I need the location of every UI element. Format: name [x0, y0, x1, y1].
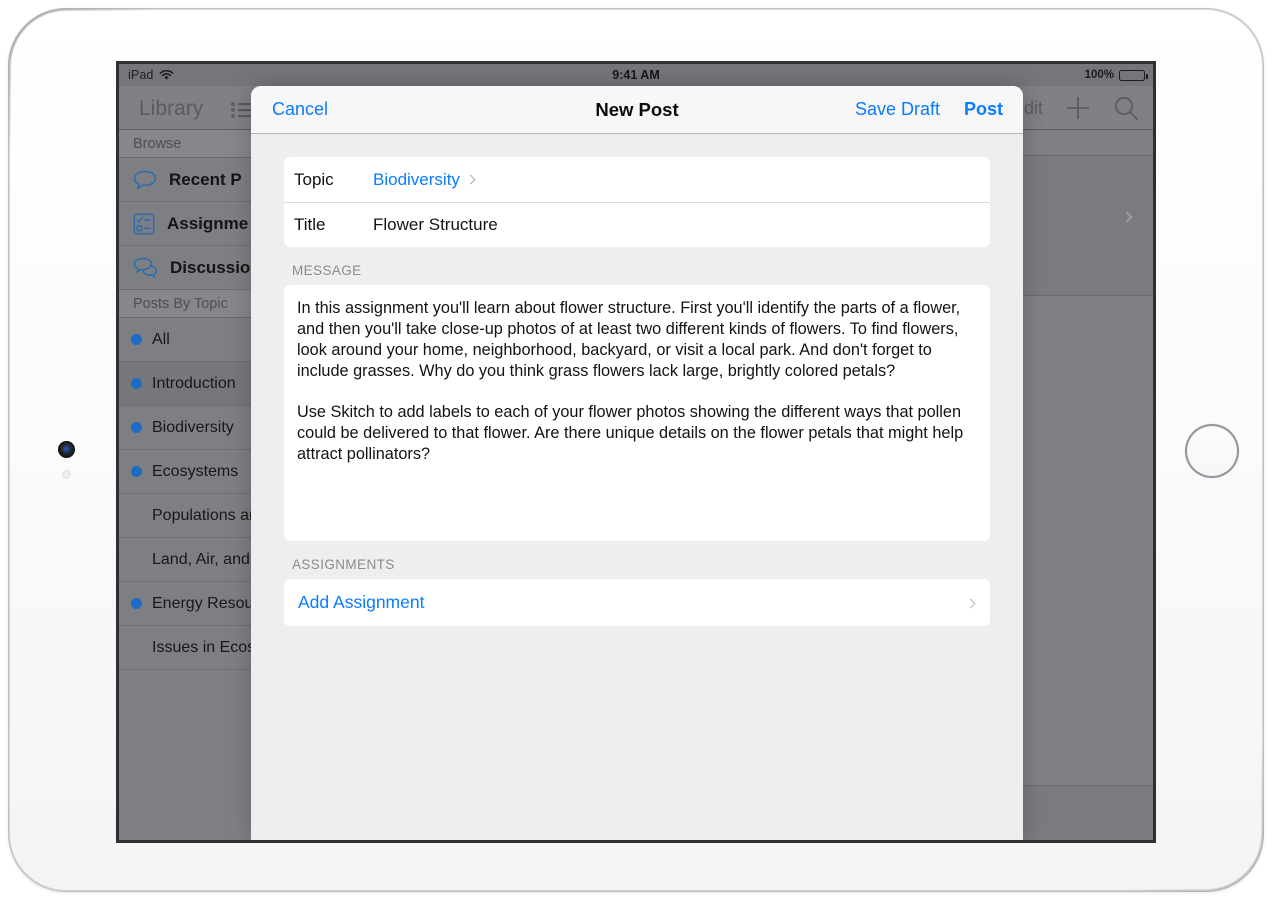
chevron-right-icon	[465, 174, 476, 185]
assignments-section-header: ASSIGNMENTS	[292, 557, 395, 572]
topic-dot	[131, 334, 142, 345]
sidebar-topic-label: Biodiversity	[152, 418, 234, 436]
sidebar-topic-label: Land, Air, and	[152, 550, 250, 568]
topic-row[interactable]: Topic Biodiversity	[284, 157, 990, 202]
topic-dot	[131, 422, 142, 433]
topic-dot-empty	[131, 642, 142, 653]
status-bar: iPad 9:41 AM 100%	[119, 64, 1153, 86]
topic-dot	[131, 598, 142, 609]
message-textarea[interactable]: In this assignment you'll learn about fl…	[284, 285, 990, 541]
battery-percent-label: 100%	[1084, 69, 1114, 81]
topic-dot-empty	[131, 510, 142, 521]
topic-dot-empty	[131, 554, 142, 565]
search-icon[interactable]	[1113, 95, 1139, 121]
modal-nav-bar: Cancel New Post Save Draft Post	[251, 86, 1023, 134]
chevron-right-icon	[1121, 208, 1133, 226]
speech-bubble-icon	[133, 170, 157, 189]
sidebar-topic-label: Energy Resour	[152, 594, 259, 612]
save-draft-button[interactable]: Save Draft	[855, 99, 940, 120]
checklist-icon	[133, 213, 155, 234]
modal-actions: Save Draft Post	[855, 99, 1003, 120]
home-button[interactable]	[1185, 424, 1239, 478]
front-camera-lens	[63, 446, 70, 453]
topic-label: Topic	[294, 169, 334, 189]
topic-dot	[131, 466, 142, 477]
sidebar-topic-label: Introduction	[152, 374, 236, 392]
title-label: Title	[294, 215, 326, 234]
chevron-right-icon	[965, 594, 976, 612]
library-title: Library	[139, 97, 204, 120]
title-input-value[interactable]: Flower Structure	[373, 215, 498, 235]
background-nav-actions: Edit	[1012, 86, 1139, 130]
post-button[interactable]: Post	[964, 99, 1003, 120]
message-paragraph-1: In this assignment you'll learn about fl…	[297, 299, 961, 380]
ambient-light-sensor	[62, 470, 71, 479]
sidebar-item-label: Recent P	[169, 169, 242, 189]
battery-full-icon	[1119, 69, 1148, 81]
sidebar-topic-label: All	[152, 330, 170, 348]
post-meta-card: Topic Biodiversity Title Flower Structur…	[284, 157, 990, 247]
topic-dot	[131, 378, 142, 389]
new-post-modal: Cancel New Post Save Draft Post Topic Bi…	[251, 86, 1023, 840]
topic-value: Biodiversity	[373, 169, 460, 189]
sidebar-topic-label: Ecosystems	[152, 462, 239, 480]
assignments-card: Add Assignment	[284, 579, 990, 626]
sidebar-topic-label: Populations ar	[152, 506, 255, 524]
message-paragraph-2: Use Skitch to add labels to each of your…	[297, 403, 964, 463]
title-row[interactable]: Title Flower Structure	[284, 202, 990, 247]
plus-icon[interactable]	[1065, 95, 1091, 121]
status-bar-right: 100%	[1084, 69, 1148, 81]
double-chat-bubble-icon	[133, 257, 158, 278]
add-assignment-label: Add Assignment	[298, 592, 425, 612]
sidebar-topic-label: Issues in Ecos	[152, 638, 256, 656]
sidebar-item-label: Assignme	[167, 213, 249, 233]
sidebar-item-label: Discussio	[170, 257, 251, 277]
message-section-header: MESSAGE	[292, 263, 362, 278]
modal-body: Topic Biodiversity Title Flower Structur…	[251, 135, 1023, 840]
add-assignment-button[interactable]: Add Assignment	[284, 579, 990, 626]
ipad-screen: iPad 9:41 AM 100% Library Edit Browse Re…	[119, 64, 1153, 840]
status-bar-time: 9:41 AM	[612, 68, 660, 82]
